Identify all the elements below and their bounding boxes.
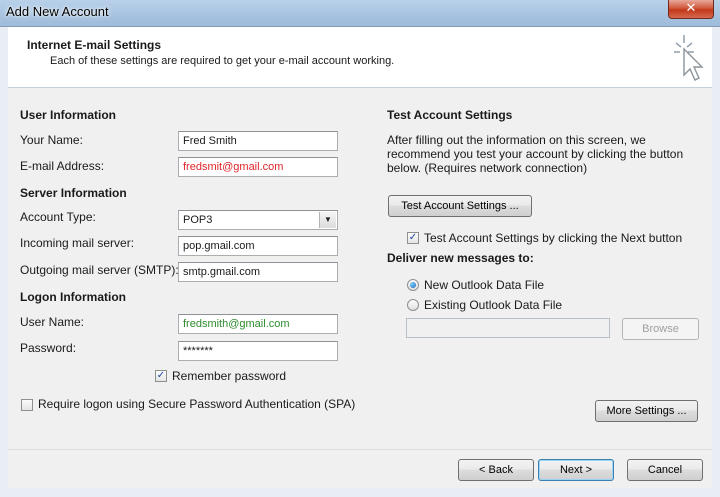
header-subtitle: Each of these settings are required to g…	[50, 55, 395, 67]
footer-divider	[8, 449, 712, 450]
existing-data-file-label: Existing Outlook Data File	[424, 298, 563, 312]
outgoing-server-label: Outgoing mail server (SMTP):	[20, 263, 179, 277]
window-title: Add New Account	[6, 4, 109, 19]
email-label: E-mail Address:	[20, 159, 105, 173]
incoming-server-label: Incoming mail server:	[20, 236, 135, 250]
test-next-label: Test Account Settings by clicking the Ne…	[424, 231, 683, 245]
remember-password-label: Remember password	[172, 369, 287, 383]
more-settings-button[interactable]: More Settings ...	[595, 400, 698, 422]
username-label: User Name:	[20, 315, 85, 329]
account-type-label: Account Type:	[20, 210, 96, 224]
test-description-line-2: recommend you test your account by click…	[387, 147, 684, 161]
browse-button[interactable]: Browse	[622, 318, 699, 340]
incoming-server-input[interactable]: pop.gmail.com	[178, 236, 338, 256]
user-info-heading: User Information	[20, 108, 117, 122]
logon-info-heading: Logon Information	[20, 290, 126, 304]
back-button[interactable]: < Back	[458, 459, 534, 481]
test-description-line-3: below. (Requires network connection)	[387, 161, 588, 175]
spa-checkbox[interactable]	[21, 399, 33, 411]
test-settings-heading: Test Account Settings	[387, 108, 513, 122]
header-title: Internet E-mail Settings	[27, 38, 162, 52]
email-input[interactable]: fredsmit@gmail.com	[178, 157, 338, 177]
test-account-settings-button[interactable]: Test Account Settings ...	[388, 195, 532, 217]
outgoing-server-input[interactable]: smtp.gmail.com	[178, 262, 338, 282]
username-input[interactable]: fredsmith@gmail.com	[178, 314, 338, 334]
server-info-heading: Server Information	[20, 186, 127, 200]
your-name-input[interactable]: Fred Smith	[178, 131, 338, 151]
your-name-label: Your Name:	[20, 133, 83, 147]
cancel-button[interactable]: Cancel	[627, 459, 703, 481]
cursor-sparkle-icon	[674, 35, 704, 81]
next-button[interactable]: Next >	[538, 459, 614, 481]
existing-data-file-radio[interactable]	[407, 299, 419, 311]
close-icon: ✕	[685, 1, 697, 16]
title-bar: Add New Account ✕	[0, 0, 720, 27]
remember-password-checkbox[interactable]: ✓	[155, 370, 167, 382]
new-data-file-label: New Outlook Data File	[424, 278, 545, 292]
chevron-down-icon[interactable]: ▼	[319, 212, 336, 228]
test-next-checkbox[interactable]: ✓	[407, 232, 419, 244]
account-type-value: POP3	[183, 214, 213, 226]
test-description-line-1: After filling out the information on thi…	[387, 133, 646, 147]
dialog-header: Internet E-mail Settings Each of these s…	[8, 27, 712, 88]
new-data-file-radio[interactable]	[407, 279, 419, 291]
data-file-path-input[interactable]	[406, 318, 610, 338]
account-type-select[interactable]: POP3 ▼	[178, 210, 338, 230]
close-button[interactable]: ✕	[668, 0, 714, 19]
password-input[interactable]: *******	[178, 341, 338, 361]
password-label: Password:	[20, 341, 77, 355]
spa-label: Require logon using Secure Password Auth…	[38, 397, 356, 411]
deliver-heading: Deliver new messages to:	[387, 251, 534, 265]
